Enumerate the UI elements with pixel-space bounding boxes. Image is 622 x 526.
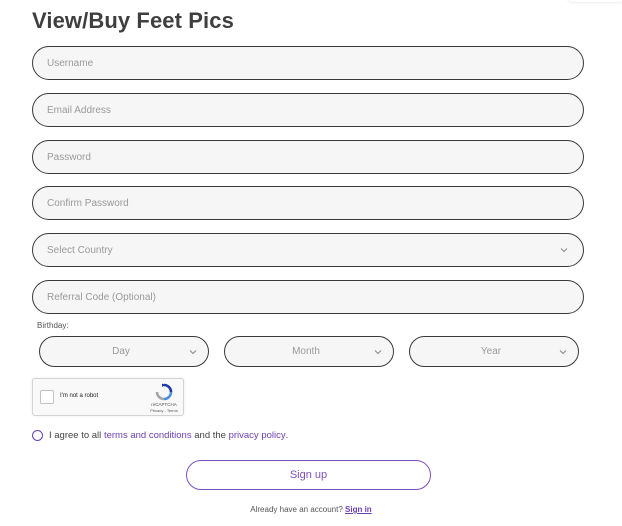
terms-link[interactable]: terms and conditions [104, 430, 192, 441]
recaptcha-logo-icon [154, 383, 174, 401]
terms-agreement: I agree to all terms and conditions and … [32, 429, 288, 441]
birthday-month-value: Month [292, 346, 320, 357]
birthday-day-select[interactable]: Day [39, 336, 209, 367]
birthday-year-select[interactable]: Year [409, 336, 579, 367]
agree-prefix: I agree to all [49, 429, 102, 441]
signup-button[interactable]: Sign up [186, 460, 431, 490]
username-input[interactable] [32, 46, 584, 80]
signin-prompt-text: Already have an account? [250, 505, 343, 514]
agree-middle: and the [194, 429, 226, 441]
recaptcha-checkbox[interactable] [40, 390, 54, 404]
agree-suffix: . [285, 429, 289, 441]
header-corner [566, 0, 622, 2]
agree-radio[interactable] [32, 430, 43, 441]
signin-link[interactable]: Sign in [345, 505, 372, 514]
recaptcha-widget: I'm not a robot reCAPTCHA Privacy - Term… [32, 378, 184, 416]
chevron-down-icon [373, 347, 383, 357]
recaptcha-label: I'm not a robot [60, 393, 99, 399]
country-select[interactable]: Select Country [32, 233, 584, 267]
birthday-year-value: Year [480, 346, 502, 357]
chevron-down-icon [559, 245, 569, 255]
recaptcha-links: Privacy - Terms [150, 408, 178, 413]
referral-code-input[interactable] [32, 280, 584, 314]
signin-prompt: Already have an account? Sign in [0, 505, 622, 514]
country-select-value: Select Country [47, 244, 113, 256]
password-input[interactable] [32, 140, 584, 174]
birthday-label: Birthday: [37, 321, 69, 330]
recaptcha-brand: reCAPTCHA [151, 402, 177, 407]
privacy-link[interactable]: privacy policy [229, 430, 286, 441]
chevron-down-icon [188, 347, 198, 357]
confirm-password-input[interactable] [32, 186, 584, 220]
chevron-down-icon [558, 347, 568, 357]
birthday-month-select[interactable]: Month [224, 336, 394, 367]
email-input[interactable] [32, 93, 584, 127]
page-title: View/Buy Feet Pics [32, 8, 234, 33]
birthday-day-value: Day [112, 346, 130, 357]
